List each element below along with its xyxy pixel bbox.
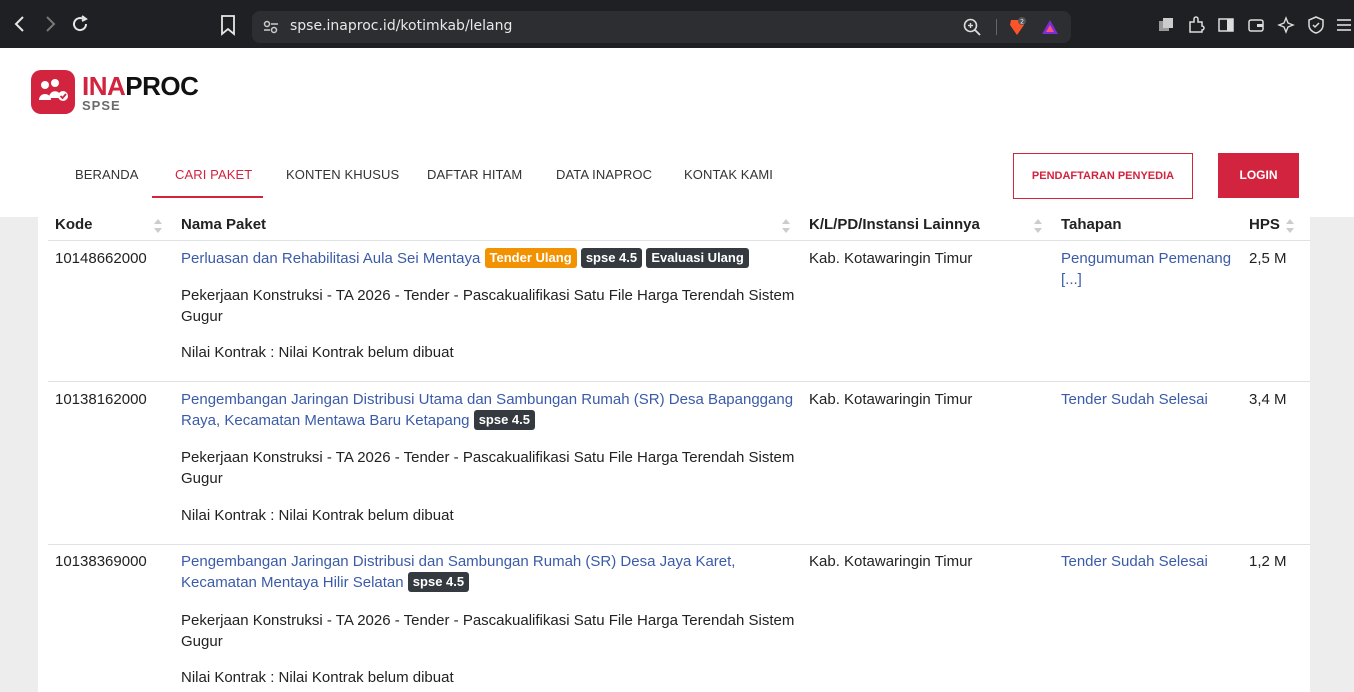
row-tahapan-link[interactable]: Tender Sudah Selesai bbox=[1061, 551, 1236, 572]
row-nama-paket: Perluasan dan Rehabilitasi Aula Sei Ment… bbox=[181, 248, 801, 269]
menu-hamburger-icon[interactable] bbox=[1334, 15, 1354, 35]
row-hps: 3,4 M bbox=[1249, 391, 1287, 408]
inaproc-logo[interactable]: INAPROC SPSE bbox=[31, 70, 199, 118]
row-hps: 2,5 M bbox=[1249, 250, 1287, 267]
header-tahapan[interactable]: Tahapan bbox=[1061, 217, 1122, 241]
logo-people-icon bbox=[31, 70, 75, 114]
menu-daftar-hitam[interactable]: DAFTAR HITAM bbox=[427, 167, 522, 182]
extension-copy-icon[interactable] bbox=[1156, 15, 1176, 35]
header-instansi[interactable]: K/L/PD/Instansi Lainnya bbox=[809, 217, 980, 241]
login-button[interactable]: LOGIN bbox=[1218, 153, 1299, 198]
forward-icon[interactable] bbox=[38, 12, 62, 36]
sort-icon[interactable] bbox=[1033, 217, 1043, 235]
header-kode[interactable]: Kode bbox=[55, 217, 93, 241]
sort-icon[interactable] bbox=[1285, 217, 1295, 235]
header-divider bbox=[48, 240, 1310, 241]
menu-data-inaproc[interactable]: DATA INAPROC bbox=[556, 167, 652, 182]
url-text[interactable]: spse.inaproc.id/kotimkab/lelang bbox=[290, 18, 512, 34]
register-provider-button[interactable]: PENDAFTARAN PENYEDIA bbox=[1013, 153, 1193, 199]
badge-evaluasi-ulang: Evaluasi Ulang bbox=[646, 248, 749, 268]
rewards-icon[interactable] bbox=[1040, 17, 1060, 37]
row-tahapan-link[interactable]: Tender Sudah Selesai bbox=[1061, 389, 1236, 410]
row-kode: 10148662000 bbox=[55, 250, 147, 267]
site-settings-icon[interactable] bbox=[261, 17, 281, 37]
menu-beranda[interactable]: BERANDA bbox=[75, 167, 139, 182]
sort-icon[interactable] bbox=[153, 217, 163, 235]
row-nilai-kontrak: Nilai Kontrak : Nilai Kontrak belum dibu… bbox=[181, 507, 454, 524]
row-nilai-kontrak: Nilai Kontrak : Nilai Kontrak belum dibu… bbox=[181, 344, 454, 361]
active-menu-underline bbox=[152, 196, 263, 198]
address-bar[interactable]: spse.inaproc.id/kotimkab/lelang 2 bbox=[252, 11, 1071, 43]
row-instansi: Kab. Kotawaringin Timur bbox=[809, 250, 973, 267]
row-instansi: Kab. Kotawaringin Timur bbox=[809, 553, 973, 570]
row-tahapan-link[interactable]: Pengumuman Pemenang [...] bbox=[1061, 248, 1236, 290]
logo-subtext: SPSE bbox=[82, 98, 121, 113]
row-kode: 10138369000 bbox=[55, 553, 147, 570]
vpn-shield-icon[interactable] bbox=[1306, 15, 1326, 35]
badge-spse-version: spse 4.5 bbox=[580, 248, 643, 268]
row-divider bbox=[48, 381, 1310, 382]
web-page: INAPROC SPSE BERANDA CARI PAKET KONTEN K… bbox=[0, 48, 1354, 692]
leo-ai-icon[interactable] bbox=[1276, 15, 1296, 35]
shield-count: 2 bbox=[1020, 19, 1024, 26]
back-icon[interactable] bbox=[8, 12, 32, 36]
wallet-icon[interactable] bbox=[1246, 15, 1266, 35]
menu-cari-paket[interactable]: CARI PAKET bbox=[175, 167, 252, 182]
bookmark-icon[interactable] bbox=[218, 14, 238, 36]
brave-shield-icon[interactable]: 2 bbox=[1007, 17, 1027, 37]
row-nama-paket: Pengembangan Jaringan Distribusi Utama d… bbox=[181, 389, 801, 431]
site-header: INAPROC SPSE BERANDA CARI PAKET KONTEN K… bbox=[0, 48, 1354, 217]
sidebar-icon[interactable] bbox=[1216, 15, 1236, 35]
menu-kontak-kami[interactable]: KONTAK KAMI bbox=[684, 167, 773, 182]
header-nama-paket[interactable]: Nama Paket bbox=[181, 217, 266, 241]
row-jenis: Pekerjaan Konstruksi - TA 2026 - Tender … bbox=[181, 612, 795, 650]
tender-table: Kode Nama Paket K/L/PD/Instansi Lainnya … bbox=[38, 217, 1310, 692]
row-jenis: Pekerjaan Konstruksi - TA 2026 - Tender … bbox=[181, 287, 795, 325]
paket-link[interactable]: Perluasan dan Rehabilitasi Aula Sei Ment… bbox=[181, 250, 480, 267]
row-nilai-kontrak: Nilai Kontrak : Nilai Kontrak belum dibu… bbox=[181, 669, 454, 686]
reload-icon[interactable] bbox=[68, 12, 92, 36]
row-kode: 10138162000 bbox=[55, 391, 147, 408]
badge-spse-version: spse 4.5 bbox=[473, 410, 536, 430]
badge-tender-ulang: Tender Ulang bbox=[484, 248, 577, 268]
extensions-puzzle-icon[interactable] bbox=[1186, 15, 1206, 35]
row-jenis: Pekerjaan Konstruksi - TA 2026 - Tender … bbox=[181, 449, 795, 487]
row-hps: 1,2 M bbox=[1249, 553, 1287, 570]
header-hps[interactable]: HPS bbox=[1249, 217, 1280, 241]
row-instansi: Kab. Kotawaringin Timur bbox=[809, 391, 973, 408]
urlbar-divider bbox=[996, 19, 997, 35]
zoom-icon[interactable] bbox=[962, 17, 982, 37]
badge-spse-version: spse 4.5 bbox=[407, 572, 470, 592]
row-divider bbox=[48, 544, 1310, 545]
sort-icon[interactable] bbox=[781, 217, 791, 235]
menu-konten-khusus[interactable]: KONTEN KHUSUS bbox=[286, 167, 399, 182]
row-nama-paket: Pengembangan Jaringan Distribusi dan Sam… bbox=[181, 551, 801, 593]
browser-toolbar: spse.inaproc.id/kotimkab/lelang 2 bbox=[0, 0, 1354, 48]
